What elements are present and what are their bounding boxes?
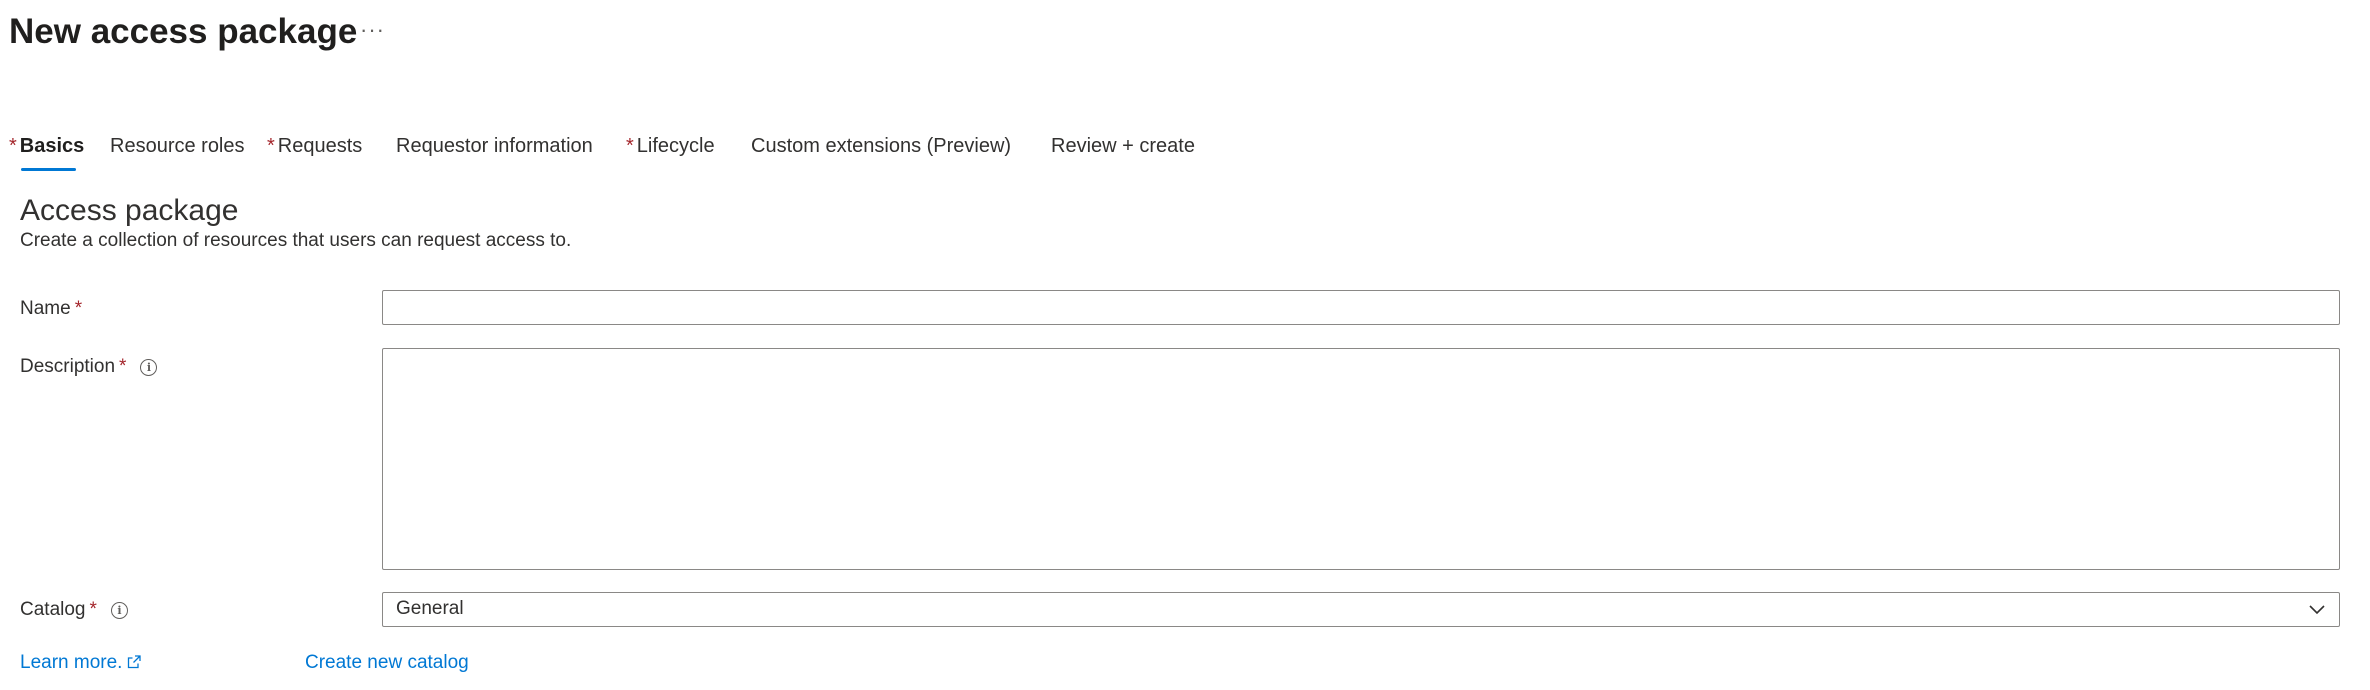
description-textarea[interactable] — [383, 349, 2339, 569]
tab-resource-roles[interactable]: Resource roles — [110, 132, 245, 160]
name-field-box — [382, 290, 2340, 325]
tab-label: Lifecycle — [636, 135, 715, 157]
required-marker: * — [89, 599, 97, 620]
tab-requestor-information[interactable]: Requestor information — [396, 132, 593, 160]
tab-label: Custom extensions (Preview) — [751, 135, 1012, 157]
name-label-text: Name — [20, 298, 71, 319]
name-label: Name * — [20, 296, 82, 322]
more-options-icon[interactable]: ··· — [360, 16, 385, 44]
chevron-down-icon — [2309, 605, 2325, 615]
description-field-box — [382, 348, 2340, 570]
info-icon[interactable]: i — [110, 602, 128, 619]
tab-label: Review + create — [1051, 135, 1195, 157]
description-label-text: Description — [20, 356, 116, 377]
external-link-icon — [128, 655, 142, 669]
learn-more-link[interactable]: Learn more. — [20, 650, 142, 676]
tab-label: Basics — [19, 135, 85, 157]
required-marker: * — [267, 135, 275, 157]
create-new-catalog-link[interactable]: Create new catalog — [305, 650, 469, 676]
catalog-label: Catalog * i — [20, 597, 128, 623]
section-description: Create a collection of resources that us… — [20, 230, 572, 251]
tab-custom-extensions[interactable]: Custom extensions (Preview) — [751, 132, 1011, 160]
catalog-label-text: Catalog — [20, 599, 86, 620]
description-label: Description * i — [20, 354, 158, 380]
tab-basics[interactable]: * Basics — [9, 132, 84, 160]
catalog-dropdown[interactable]: General — [382, 592, 2340, 627]
name-input[interactable] — [383, 291, 2339, 324]
section-title: Access package — [20, 194, 239, 227]
tab-label: Requestor information — [396, 135, 593, 157]
info-icon[interactable]: i — [140, 359, 158, 376]
required-marker: * — [119, 356, 127, 377]
tab-lifecycle[interactable]: * Lifecycle — [626, 132, 715, 160]
required-marker: * — [9, 135, 17, 157]
learn-more-text: Learn more. — [20, 652, 123, 673]
required-marker: * — [626, 135, 634, 157]
page-title: New access package — [9, 12, 358, 51]
tab-requests[interactable]: * Requests — [267, 132, 362, 160]
active-tab-indicator — [21, 168, 76, 171]
catalog-selected-value: General — [396, 598, 464, 619]
tab-label: Resource roles — [110, 135, 245, 157]
tab-review-create[interactable]: Review + create — [1051, 132, 1195, 160]
tab-label: Requests — [277, 135, 363, 157]
required-marker: * — [74, 298, 83, 319]
